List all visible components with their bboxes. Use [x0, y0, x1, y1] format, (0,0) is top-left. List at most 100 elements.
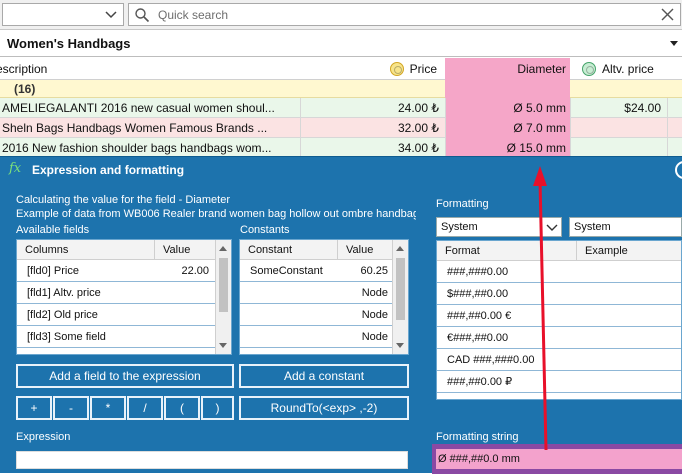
field-row-value[interactable]	[155, 282, 215, 304]
constants-scrollbar[interactable]	[392, 240, 408, 354]
constants-label: Constants	[240, 224, 290, 236]
format-type-value: System	[574, 221, 611, 233]
chevron-down-icon[interactable]	[545, 220, 559, 234]
format-row[interactable]: CAD ###,###0.00	[437, 349, 681, 371]
example-description: Example of data from WB006 Realer brand …	[16, 208, 416, 220]
header-description[interactable]: escription	[0, 58, 296, 80]
constant-row-name[interactable]	[240, 304, 338, 326]
cell-alt-price[interactable]	[570, 118, 668, 138]
header-price[interactable]: Price	[300, 58, 445, 80]
constant-row-value[interactable]: Node	[338, 326, 392, 348]
field-row-value[interactable]	[155, 326, 215, 348]
cell-description[interactable]: Sheln Bags Handbags Women Famous Brands …	[0, 118, 300, 138]
format-table[interactable]: Format Example ###,###0.00 $###,##0.00 ###…	[436, 240, 682, 400]
formatting-string-input[interactable]: Ø ###,##0.0 mm	[436, 449, 682, 469]
cell-price[interactable]: 24.00 ₺	[300, 98, 445, 118]
calc-description: Calculating the value for the field - Di…	[16, 194, 230, 206]
table-row[interactable]: Sheln Bags Handbags Women Famous Brands …	[0, 118, 682, 138]
dialog-titlebar: fx Expression and formatting	[0, 157, 682, 183]
group-count: (16)	[14, 82, 36, 96]
constant-row-value[interactable]: Node	[338, 348, 392, 354]
expression-dialog: fx Expression and formatting Calculating…	[0, 156, 682, 474]
cell-price[interactable]: 32.00 ₺	[300, 118, 445, 138]
constant-row-value[interactable]: Node	[338, 304, 392, 326]
header-diameter[interactable]: Diameter	[445, 58, 570, 80]
close-icon[interactable]	[659, 6, 676, 23]
cell-alt-price[interactable]	[570, 138, 668, 158]
toolbar: Quick search	[0, 0, 682, 30]
dialog-title: Expression and formatting	[32, 163, 185, 177]
format-row[interactable]: $###,##0.00	[437, 283, 681, 305]
constants-header-value: Value	[338, 240, 392, 260]
constant-row-name[interactable]: SomeConstant	[240, 260, 338, 282]
table-row[interactable]: AMELIEGALANTI 2016 new casual women shou…	[0, 98, 682, 118]
constant-row-value[interactable]: Node	[338, 282, 392, 304]
dialog-close-button[interactable]	[675, 161, 682, 179]
format-row[interactable]: ###,###0.00	[437, 261, 681, 283]
coins-icon	[389, 62, 404, 76]
format-type-select[interactable]: System	[569, 217, 682, 237]
constant-row-name[interactable]	[240, 282, 338, 304]
fields-header-value: Value	[155, 240, 215, 260]
expression-label: Expression	[16, 431, 71, 443]
format-culture-value: System	[441, 221, 478, 233]
grid-header: escription Price Diameter Altv. price	[0, 58, 682, 80]
formatting-string-label: Formatting string	[436, 431, 519, 443]
format-row[interactable]: ###,##0.00 ₽	[437, 371, 681, 393]
search-box[interactable]: Quick search	[128, 3, 681, 26]
constant-row-name[interactable]	[240, 348, 338, 354]
add-constant-button[interactable]: Add a constant	[239, 364, 409, 388]
field-row-name[interactable]: [fld2] Old price	[17, 304, 155, 326]
add-field-button[interactable]: Add a field to the expression	[16, 364, 234, 388]
cell-description[interactable]: AMELIEGALANTI 2016 new casual women shou…	[0, 98, 300, 118]
cell-price[interactable]: 34.00 ₺	[300, 138, 445, 158]
format-culture-select[interactable]: System	[436, 217, 562, 237]
multiply-button[interactable]: *	[90, 396, 126, 420]
format-header-format: Format	[437, 241, 577, 261]
left-paren-button[interactable]: (	[164, 396, 200, 420]
divide-button[interactable]: /	[127, 396, 163, 420]
cell-description[interactable]: 2016 New fashion shoulder bags handbags …	[0, 138, 300, 158]
cell-alt-price[interactable]: $24.00	[570, 98, 668, 118]
field-row-name[interactable]: [fld0] Price	[17, 260, 155, 282]
constant-row-value[interactable]: 60.25	[338, 260, 392, 282]
field-row-name[interactable]: [fld4] Price by date	[17, 348, 155, 354]
chevron-down-icon[interactable]	[104, 6, 118, 22]
cell-diameter[interactable]: Ø 7.0 mm	[445, 118, 570, 138]
fields-scrollbar[interactable]	[215, 240, 231, 354]
header-alt-price[interactable]: Altv. price	[570, 58, 668, 80]
cell-diameter[interactable]: Ø 5.0 mm	[445, 98, 570, 118]
constant-row-name[interactable]	[240, 326, 338, 348]
header-price-label: Price	[409, 62, 437, 76]
category-dropdown[interactable]: Women's Handbags	[0, 31, 682, 57]
format-row[interactable]: ###,##0.00 €	[437, 305, 681, 327]
field-row-value[interactable]	[155, 348, 215, 354]
function-icon: fx	[9, 161, 22, 176]
table-row[interactable]: 2016 New fashion shoulder bags handbags …	[0, 138, 682, 158]
filter-combo[interactable]	[2, 3, 124, 26]
fields-table[interactable]: Columns Value [fld0] Price 22.00 [fld1] Al…	[16, 239, 232, 355]
format-row[interactable]: €###,##0.00	[437, 327, 681, 349]
category-label: Women's Handbags	[7, 36, 131, 51]
group-row[interactable]: (16)	[0, 80, 682, 98]
field-row-value[interactable]: 22.00	[155, 260, 215, 282]
format-header-example: Example	[577, 241, 681, 261]
field-row-name[interactable]: [fld1] Altv. price	[17, 282, 155, 304]
constants-table[interactable]: Constant Value SomeConstant 60.25 Node Node…	[239, 239, 409, 355]
cell-diameter[interactable]: Ø 15.0 mm	[445, 138, 570, 158]
format-row[interactable]: $###,##0.00	[437, 393, 681, 399]
roundto-button[interactable]: RoundTo(<exp> ,-2)	[239, 396, 409, 420]
plus-button[interactable]: +	[16, 396, 52, 420]
field-row-name[interactable]: [fld3] Some field	[17, 326, 155, 348]
formatting-label: Formatting	[436, 198, 489, 210]
minus-button[interactable]: -	[53, 396, 89, 420]
expression-input[interactable]	[16, 451, 408, 469]
search-icon	[135, 8, 150, 23]
header-alt-price-label: Altv. price	[602, 62, 654, 76]
available-fields-label: Available fields	[16, 224, 90, 236]
right-paren-button[interactable]: )	[201, 396, 234, 420]
search-input[interactable]: Quick search	[158, 8, 228, 22]
dropdown-arrow-icon[interactable]	[670, 41, 678, 46]
field-row-value[interactable]	[155, 304, 215, 326]
coins-icon	[582, 62, 596, 76]
